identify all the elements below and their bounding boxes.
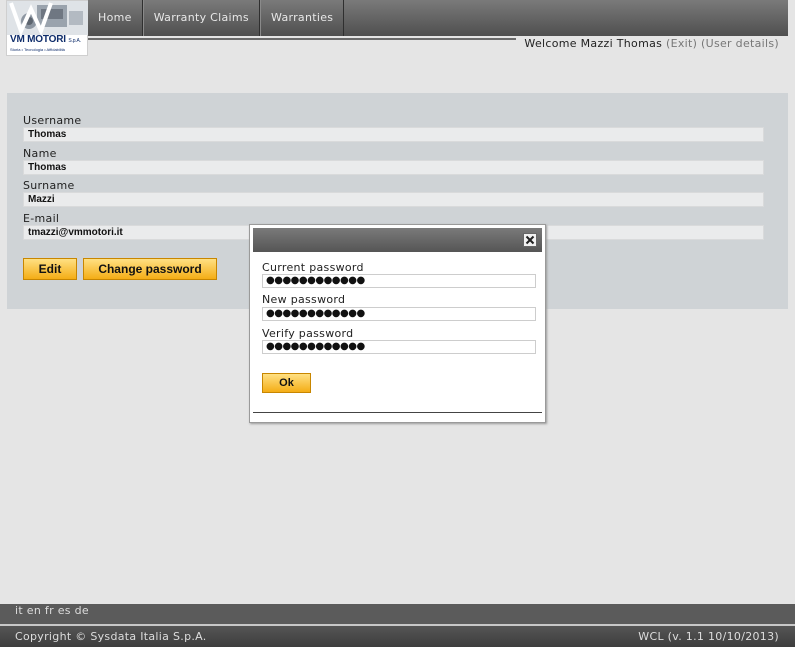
name-value: Thomas — [23, 160, 764, 175]
name-label: Name — [23, 147, 57, 160]
new-password-label: New password — [262, 293, 346, 306]
footer: Copyright © Sysdata Italia S.p.A. WCL (v… — [0, 624, 795, 647]
copyright-text: Copyright © Sysdata Italia S.p.A. — [15, 630, 207, 643]
main-nav: Home Warranty Claims Warranties — [88, 0, 788, 36]
surname-value: Mazzi — [23, 192, 764, 207]
verify-password-label: Verify password — [262, 327, 354, 340]
header-divider — [88, 38, 516, 40]
edit-button[interactable]: Edit — [23, 258, 77, 280]
user-bar: Welcome Mazzi Thomas (Exit) (User detail… — [524, 37, 779, 50]
ok-button[interactable]: Ok — [262, 373, 311, 393]
exit-link[interactable]: (Exit) — [666, 37, 697, 50]
dialog-titlebar[interactable] — [253, 228, 542, 252]
version-text: WCL (v. 1.1 10/10/2013) — [638, 630, 779, 643]
username-value: Thomas — [23, 127, 764, 142]
engine-image-icon — [7, 1, 89, 35]
verify-password-input[interactable]: ●●●●●●●●●●●● — [262, 340, 536, 354]
language-bar[interactable]: it en fr es de — [0, 604, 795, 624]
close-icon — [525, 235, 535, 245]
username-label: Username — [23, 114, 82, 127]
surname-label: Surname — [23, 179, 75, 192]
dialog-footer-divider — [253, 412, 542, 413]
logo-name: VM MOTORI S.p.A. — [10, 34, 81, 45]
current-password-input[interactable]: ●●●●●●●●●●●● — [262, 274, 536, 288]
nav-warranties[interactable]: Warranties — [259, 0, 345, 36]
new-password-input[interactable]: ●●●●●●●●●●●● — [262, 307, 536, 321]
welcome-text: Welcome Mazzi Thomas — [524, 37, 663, 50]
logo-tagline: Storia • Tecnologia • Affidabilità — [10, 47, 65, 52]
change-password-button[interactable]: Change password — [83, 258, 217, 280]
nav-home[interactable]: Home — [88, 0, 143, 36]
page: VM MOTORI S.p.A. Storia • Tecnologia • A… — [0, 0, 795, 647]
logo[interactable]: VM MOTORI S.p.A. Storia • Tecnologia • A… — [6, 0, 89, 56]
close-button[interactable] — [523, 233, 537, 247]
user-details-link[interactable]: (User details) — [701, 37, 779, 50]
nav-warranty-claims[interactable]: Warranty Claims — [142, 0, 260, 36]
email-label: E-mail — [23, 212, 60, 225]
current-password-label: Current password — [262, 261, 364, 274]
change-password-dialog: Current password ●●●●●●●●●●●● New passwo… — [249, 224, 546, 423]
